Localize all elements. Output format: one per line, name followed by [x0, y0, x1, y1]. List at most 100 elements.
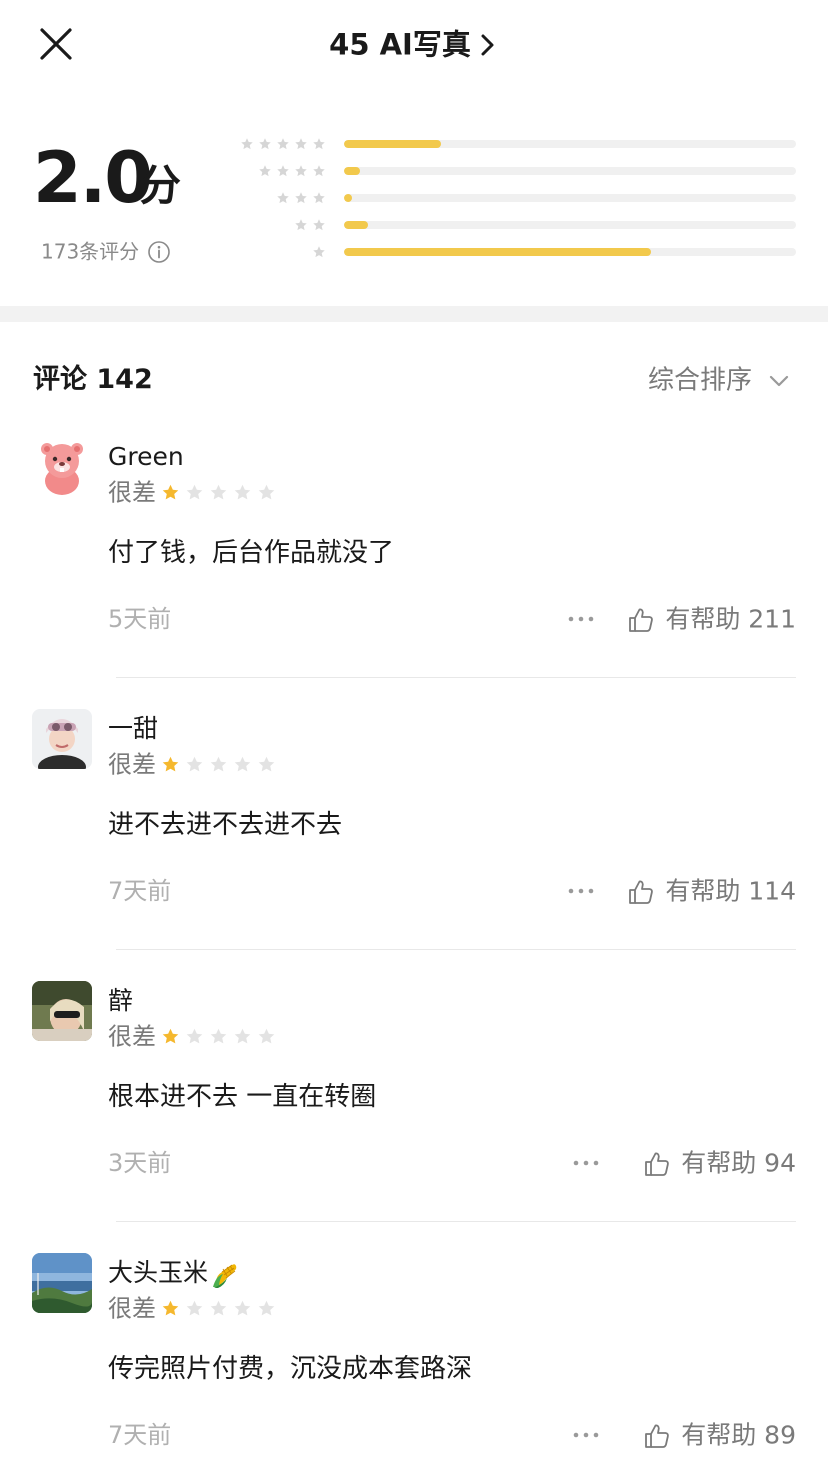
distribution-stars: [290, 217, 326, 233]
star-icon: [276, 164, 290, 178]
thumbs-up-icon: [627, 606, 655, 634]
star-icon: [209, 1299, 228, 1318]
chevron-down-icon: [766, 368, 792, 394]
star-icon: [209, 1027, 228, 1046]
more-dots-icon[interactable]: [571, 1423, 601, 1447]
star-icon: [161, 1299, 180, 1318]
helpful-button[interactable]: 有帮助 211: [627, 601, 796, 637]
distribution-bar-track: [344, 221, 796, 229]
helpful-count: 有帮助 114: [665, 876, 796, 906]
star-icon: [258, 164, 272, 178]
review-divider: [116, 949, 796, 950]
star-icon: [276, 191, 290, 205]
more-dots-icon[interactable]: [566, 879, 596, 903]
sort-dropdown[interactable]: 综合排序: [648, 358, 792, 402]
avatar[interactable]: [32, 437, 92, 497]
distribution-stars: [308, 244, 326, 260]
helpful-count: 有帮助 94: [681, 1148, 796, 1178]
helpful-button[interactable]: 有帮助 94: [643, 1145, 796, 1181]
user-name[interactable]: 大头玉米: [108, 1257, 240, 1289]
star-icon: [312, 137, 326, 151]
info-icon[interactable]: [147, 240, 171, 264]
distribution-stars: [254, 163, 326, 179]
more-dots-icon[interactable]: [571, 1151, 601, 1175]
rating-row: 很差: [108, 749, 276, 779]
star-icon: [209, 483, 228, 502]
rating-summary: 2.0 分 173条评分: [0, 88, 828, 306]
helpful-button[interactable]: 有帮助 114: [627, 873, 796, 909]
star-icon: [294, 164, 308, 178]
rating-count: 173条评分: [41, 236, 171, 266]
thumbs-up-icon: [627, 878, 655, 906]
review-text: 传完照片付费，沉没成本套路深: [108, 1354, 473, 1384]
average-score: 2.0: [33, 137, 153, 219]
star-icon: [161, 1027, 180, 1046]
star-icon: [185, 483, 204, 502]
distribution-bar-track: [344, 194, 796, 202]
star-icon: [258, 137, 272, 151]
app-title-link[interactable]: 45 AI写真: [0, 22, 828, 66]
distribution-row-3-star: [230, 190, 800, 206]
star-icon: [312, 245, 326, 259]
distribution-bar-track: [344, 248, 796, 256]
star-icon: [312, 191, 326, 205]
user-name[interactable]: 辪: [108, 985, 133, 1017]
distribution-bar-fill: [344, 194, 353, 202]
user-name[interactable]: Green: [108, 441, 184, 473]
star-icon: [233, 1299, 252, 1318]
rating-count-text: 173条评分: [41, 239, 140, 264]
star-icon: [161, 755, 180, 774]
star-icon: [233, 483, 252, 502]
sort-label: 综合排序: [647, 365, 752, 396]
review-item: 辪很差 根本进不去 一直在转圈 3天前 有帮助 94: [0, 981, 828, 1253]
star-icon: [276, 137, 290, 151]
star-icon: [209, 755, 228, 774]
review-time: 7天前: [108, 1421, 172, 1449]
user-name[interactable]: 一甜: [108, 713, 158, 745]
user-name-text: 辪: [108, 986, 134, 1015]
distribution-bar-fill: [344, 248, 652, 256]
distribution-row-2-star: [230, 217, 800, 233]
review-item: Green 很差 付了钱，后台作品就没了 5天前 有帮助 211: [0, 437, 828, 709]
distribution-bar-fill: [344, 167, 360, 175]
distribution-row-1-star: [230, 244, 800, 260]
distribution-bar-fill: [344, 221, 368, 229]
avatar[interactable]: [32, 709, 92, 769]
section-divider: [0, 306, 828, 322]
star-icon: [161, 483, 180, 502]
avatar[interactable]: [32, 1253, 92, 1313]
distribution-bar-fill: [344, 140, 442, 148]
review-time: 5天前: [108, 605, 172, 633]
distribution-bar-track: [344, 140, 796, 148]
star-icon: [233, 755, 252, 774]
star-icon: [294, 137, 308, 151]
avatar[interactable]: [32, 981, 92, 1041]
distribution-row-4-star: [230, 163, 800, 179]
user-name-text: 一甜: [108, 714, 159, 743]
comments-title: 评论 142: [33, 364, 153, 395]
star-icon: [233, 1027, 252, 1046]
star-icon: [185, 755, 204, 774]
review-text: 付了钱，后台作品就没了: [108, 538, 395, 568]
helpful-count: 有帮助 89: [681, 1420, 796, 1450]
star-icon: [294, 218, 308, 232]
rating-row: 很差: [108, 1293, 276, 1323]
helpful-count: 有帮助 211: [665, 604, 796, 634]
review-item: 一甜 很差 进不去进不去进不去 7天前 有帮助 114: [0, 709, 828, 981]
review-divider: [116, 677, 796, 678]
helpful-button[interactable]: 有帮助 89: [643, 1417, 796, 1453]
user-name-text: Green: [108, 442, 184, 471]
star-icon: [240, 137, 254, 151]
corn-emoji-icon: [210, 1259, 240, 1289]
star-icon: [257, 755, 276, 774]
thumbs-up-icon: [643, 1150, 671, 1178]
distribution-row-5-star: [230, 136, 800, 152]
star-icon: [257, 483, 276, 502]
more-dots-icon[interactable]: [566, 607, 596, 631]
thumbs-up-icon: [643, 1422, 671, 1450]
review-item: 大头玉米很差传完照片付费，沉没成本套路深 7天前 有帮助 89: [0, 1253, 828, 1481]
star-icon: [312, 218, 326, 232]
distribution-stars: [236, 136, 326, 152]
rating-row: 很差: [108, 1021, 276, 1051]
star-icon: [257, 1027, 276, 1046]
